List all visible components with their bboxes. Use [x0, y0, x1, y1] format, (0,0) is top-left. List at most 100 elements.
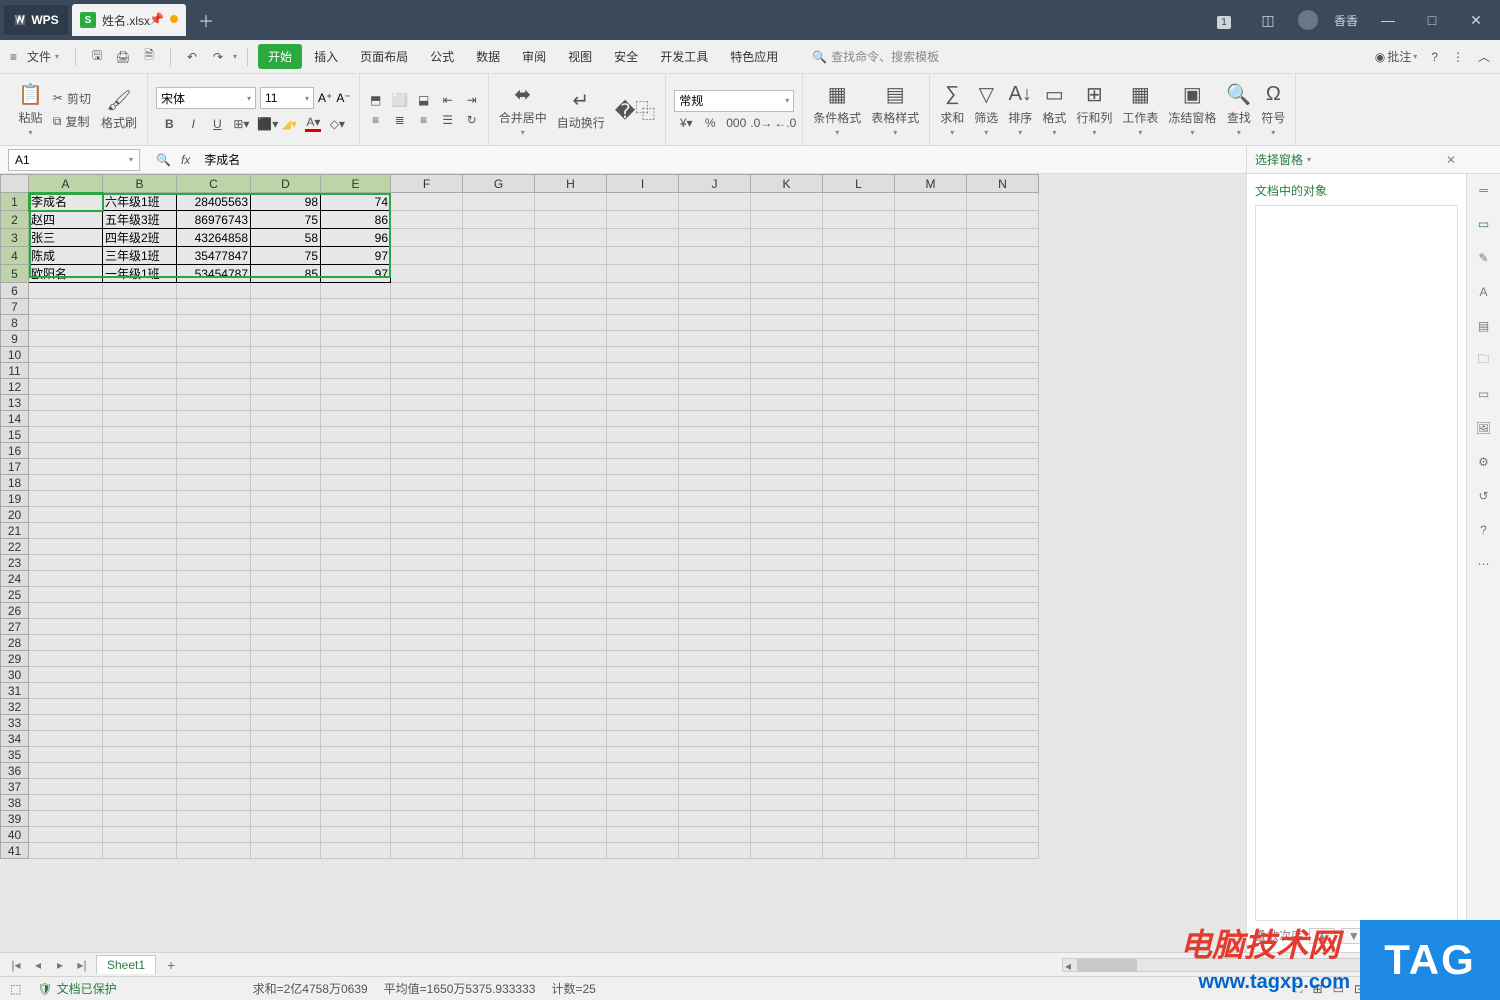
row-header[interactable]: 22: [1, 539, 29, 555]
cell[interactable]: [103, 283, 177, 299]
cell[interactable]: [535, 571, 607, 587]
cell[interactable]: [823, 395, 895, 411]
cell[interactable]: [823, 211, 895, 229]
cell[interactable]: 28405563: [177, 193, 251, 211]
cell[interactable]: [103, 427, 177, 443]
col-header[interactable]: M: [895, 175, 967, 193]
cell[interactable]: [391, 427, 463, 443]
cell[interactable]: [535, 779, 607, 795]
cell[interactable]: [967, 299, 1039, 315]
cell[interactable]: 75: [251, 247, 321, 265]
cell[interactable]: [103, 715, 177, 731]
cell[interactable]: [29, 395, 103, 411]
normal-view-icon[interactable]: ⊞: [1313, 982, 1323, 996]
cell[interactable]: [535, 459, 607, 475]
wps-home-button[interactable]: WPS: [4, 5, 68, 35]
cell[interactable]: [103, 811, 177, 827]
font-size-select[interactable]: 11▾: [260, 87, 314, 109]
cell[interactable]: [463, 315, 535, 331]
cell[interactable]: [535, 475, 607, 491]
cell[interactable]: [103, 331, 177, 347]
cell[interactable]: [967, 715, 1039, 731]
cell[interactable]: [29, 587, 103, 603]
cell[interactable]: [29, 811, 103, 827]
cell[interactable]: [607, 331, 679, 347]
cell[interactable]: [535, 795, 607, 811]
cell[interactable]: [321, 315, 391, 331]
ribbon-tab-0[interactable]: 开始: [258, 44, 302, 69]
cell[interactable]: [823, 229, 895, 247]
cell[interactable]: [895, 571, 967, 587]
cell[interactable]: [535, 811, 607, 827]
pin-icon[interactable]: 📌: [149, 12, 164, 26]
cell[interactable]: [103, 619, 177, 635]
document-tab[interactable]: S 姓名.xlsx 📌: [72, 4, 186, 36]
cell[interactable]: [751, 247, 823, 265]
cell[interactable]: [463, 555, 535, 571]
cell[interactable]: [823, 443, 895, 459]
italic-button[interactable]: I: [185, 117, 201, 131]
cell[interactable]: [391, 363, 463, 379]
cell[interactable]: [463, 459, 535, 475]
cell[interactable]: [607, 265, 679, 283]
cell[interactable]: [321, 475, 391, 491]
cell[interactable]: 43264858: [177, 229, 251, 247]
cell[interactable]: [463, 795, 535, 811]
cell[interactable]: [321, 283, 391, 299]
cell[interactable]: [679, 731, 751, 747]
sheet-nav-next[interactable]: ▸: [52, 958, 68, 972]
cell[interactable]: [251, 523, 321, 539]
cell[interactable]: [895, 211, 967, 229]
cell[interactable]: [751, 603, 823, 619]
cell[interactable]: [607, 363, 679, 379]
history-tool-icon[interactable]: ↺: [1474, 486, 1494, 506]
cell[interactable]: [29, 635, 103, 651]
align-top-icon[interactable]: ⬒: [368, 93, 384, 107]
cell[interactable]: [607, 651, 679, 667]
cell[interactable]: [103, 539, 177, 555]
cell[interactable]: [463, 395, 535, 411]
help-icon[interactable]: ?: [1431, 50, 1438, 64]
cell[interactable]: [607, 523, 679, 539]
cell[interactable]: [463, 347, 535, 363]
ribbon-tab-2[interactable]: 页面布局: [350, 44, 418, 69]
cell[interactable]: [751, 699, 823, 715]
cell[interactable]: [535, 523, 607, 539]
cell[interactable]: [967, 459, 1039, 475]
cell[interactable]: [463, 229, 535, 247]
cell[interactable]: [463, 331, 535, 347]
cell[interactable]: [607, 211, 679, 229]
cell[interactable]: [607, 747, 679, 763]
cell[interactable]: 97: [321, 265, 391, 283]
cell[interactable]: [823, 459, 895, 475]
row-header[interactable]: 34: [1, 731, 29, 747]
cell[interactable]: [607, 603, 679, 619]
cell[interactable]: [321, 459, 391, 475]
cell[interactable]: [103, 747, 177, 763]
cell[interactable]: [679, 347, 751, 363]
spreadsheet-grid[interactable]: ABCDEFGHIJKLMN1李成名六年级1班2840556398742赵四五年…: [0, 174, 1246, 952]
cell[interactable]: [751, 763, 823, 779]
cell[interactable]: [463, 811, 535, 827]
cell[interactable]: [391, 731, 463, 747]
col-header[interactable]: C: [177, 175, 251, 193]
cell[interactable]: [751, 411, 823, 427]
cell[interactable]: [103, 603, 177, 619]
cell[interactable]: [895, 229, 967, 247]
cell[interactable]: [29, 795, 103, 811]
ribbon-tab-3[interactable]: 公式: [420, 44, 464, 69]
cell[interactable]: [679, 539, 751, 555]
row-col-button[interactable]: ⊞行和列▾: [1074, 81, 1114, 139]
cell[interactable]: [251, 827, 321, 843]
cell[interactable]: [391, 795, 463, 811]
name-box[interactable]: A1▾: [8, 149, 140, 171]
chevron-down-icon[interactable]: ▾: [1307, 155, 1311, 164]
cell[interactable]: [321, 539, 391, 555]
ribbon-tab-1[interactable]: 插入: [304, 44, 348, 69]
print-preview-icon[interactable]: 🗎: [138, 46, 160, 68]
cell[interactable]: [535, 715, 607, 731]
cell[interactable]: [177, 683, 251, 699]
cell[interactable]: [895, 539, 967, 555]
cell[interactable]: [535, 193, 607, 211]
cell[interactable]: [321, 635, 391, 651]
